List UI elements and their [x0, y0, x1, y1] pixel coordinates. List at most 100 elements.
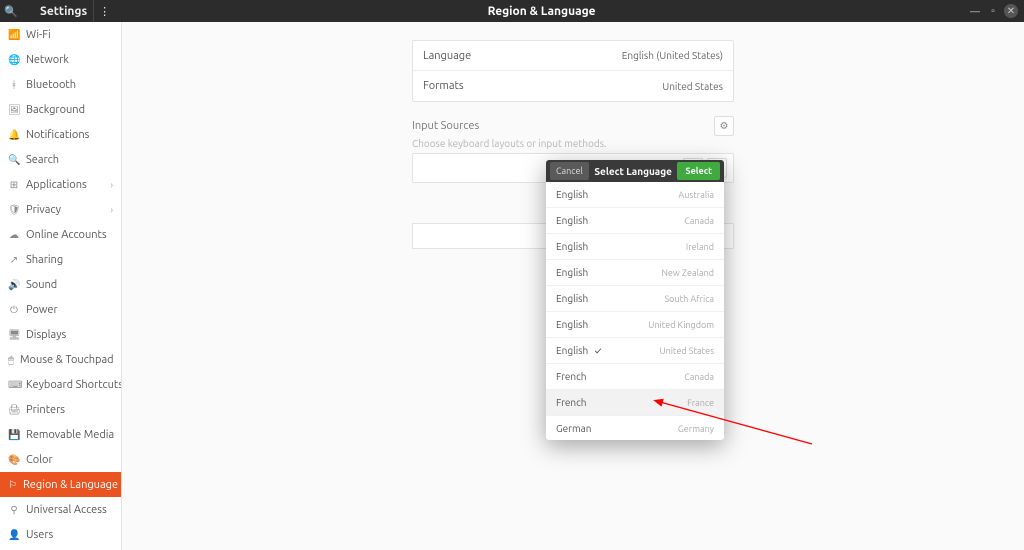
- country-name: Canada: [684, 216, 714, 226]
- sidebar-label: Bluetooth: [26, 79, 113, 91]
- maximize-button[interactable]: ▫: [986, 4, 1000, 18]
- sidebar-icon: 🖥: [8, 329, 20, 341]
- language-option-english-united-states[interactable]: English ✓United States: [546, 338, 724, 364]
- language-name: English: [556, 267, 661, 278]
- language-name: French: [556, 397, 687, 408]
- country-name: France: [687, 398, 714, 408]
- language-option-french-canada[interactable]: FrenchCanada: [546, 364, 724, 390]
- language-option-english-south-africa[interactable]: EnglishSouth Africa: [546, 286, 724, 312]
- input-sources-settings-button[interactable]: ⚙: [714, 116, 734, 136]
- sidebar-item-region-language[interactable]: ⚐Region & Language: [0, 472, 121, 497]
- sidebar-label: Applications: [26, 179, 104, 191]
- sidebar-label: Keyboard Shortcuts: [26, 379, 122, 391]
- check-icon: ✓: [594, 345, 601, 356]
- language-option-french-france[interactable]: FrenchFrance: [546, 390, 724, 416]
- sidebar-item-sharing[interactable]: ↗ Sharing: [0, 247, 121, 272]
- dialog-title: Select Language: [589, 166, 678, 177]
- search-icon: 🔍: [4, 5, 18, 18]
- gear-icon: ⚙: [720, 120, 729, 132]
- sidebar-item-online-accounts[interactable]: ☁Online Accounts: [0, 222, 121, 247]
- close-button[interactable]: ✕: [1004, 4, 1018, 18]
- sidebar-label: Online Accounts: [26, 229, 113, 241]
- window-controls: — ▫ ✕: [968, 4, 1024, 18]
- select-language-dialog: Cancel Select Language Select EnglishAus…: [546, 160, 724, 440]
- sidebar: 📶Wi-Fi🌐Network ᚼ Bluetooth 🖼Background 🔔 Noti…: [0, 22, 122, 550]
- cancel-button[interactable]: Cancel: [550, 162, 589, 180]
- minimize-button[interactable]: —: [968, 4, 982, 18]
- sidebar-icon: 🎨: [8, 454, 20, 466]
- language-name: English: [556, 215, 684, 226]
- sidebar-icon: ⌨: [8, 379, 20, 391]
- sidebar-icon: 🔍: [8, 154, 20, 166]
- sidebar-item-printers[interactable]: 🖨Printers: [0, 397, 121, 422]
- sidebar-item-users[interactable]: 👤 Users: [0, 522, 121, 547]
- app-title: Settings: [22, 5, 87, 18]
- sidebar-icon: 👤: [8, 529, 20, 541]
- language-option-english-united-kingdom[interactable]: EnglishUnited Kingdom: [546, 312, 724, 338]
- sidebar-item-displays[interactable]: 🖥 Displays: [0, 322, 121, 347]
- sidebar-item-keyboard-shortcuts[interactable]: ⌨ Keyboard Shortcuts: [0, 372, 121, 397]
- sidebar-label: Background: [26, 104, 113, 116]
- sidebar-item-notifications[interactable]: 🔔 Notifications: [0, 122, 121, 147]
- formats-row[interactable]: Formats United States: [413, 71, 733, 101]
- sidebar-label: Wi-Fi: [26, 29, 113, 41]
- language-option-english-canada[interactable]: EnglishCanada: [546, 208, 724, 234]
- language-option-english-ireland[interactable]: EnglishIreland: [546, 234, 724, 260]
- language-formats-panel: Language English (United States) Formats…: [412, 40, 734, 102]
- sidebar-label: Sharing: [26, 254, 113, 266]
- country-name: United Kingdom: [648, 320, 714, 330]
- sidebar-item-background[interactable]: 🖼Background: [0, 97, 121, 122]
- country-name: Germany: [678, 424, 714, 434]
- language-option-german-germany[interactable]: GermanGermany: [546, 416, 724, 440]
- sidebar-label: Users: [26, 529, 113, 541]
- language-name: English: [556, 319, 648, 330]
- sidebar-item-power[interactable]: ⏻Power: [0, 297, 121, 322]
- language-list[interactable]: EnglishAustraliaEnglishCanadaEnglishIrel…: [546, 182, 724, 440]
- sidebar-label: Notifications: [26, 129, 113, 141]
- sidebar-icon: 🔔: [8, 129, 20, 141]
- language-option-english-australia[interactable]: EnglishAustralia: [546, 182, 724, 208]
- sidebar-icon: ⚲: [8, 504, 20, 516]
- sidebar-label: Network: [26, 54, 113, 66]
- sidebar-icon: 💾: [8, 429, 20, 441]
- sidebar-icon: 🛡: [8, 204, 20, 216]
- input-sources-header: Input Sources ⚙: [412, 116, 734, 136]
- sidebar-icon: 🔊: [8, 279, 20, 291]
- sidebar-icon: ↗: [8, 254, 20, 266]
- hamburger-menu-button[interactable]: ⋮: [93, 0, 115, 22]
- sidebar-label: Power: [26, 304, 113, 316]
- sidebar-label: Color: [26, 454, 113, 466]
- sidebar-label: Displays: [26, 329, 113, 341]
- language-name: English: [556, 293, 664, 304]
- country-name: New Zealand: [661, 268, 714, 278]
- sidebar-item-search[interactable]: 🔍Search: [0, 147, 121, 172]
- language-option-english-new-zealand[interactable]: EnglishNew Zealand: [546, 260, 724, 286]
- language-label: Language: [423, 50, 622, 62]
- sidebar-icon: ᚼ: [8, 79, 20, 90]
- sidebar-icon: ⚐: [8, 479, 17, 491]
- sidebar-label: Printers: [26, 404, 113, 416]
- country-name: United States: [659, 346, 714, 356]
- sidebar-item-color[interactable]: 🎨 Color: [0, 447, 121, 472]
- sidebar-item-mouse-touchpad[interactable]: 🖱Mouse & Touchpad: [0, 347, 121, 372]
- sidebar-item-wi-fi[interactable]: 📶Wi-Fi: [0, 22, 121, 47]
- sidebar-item-sound[interactable]: 🔊Sound: [0, 272, 121, 297]
- language-name: English: [556, 189, 678, 200]
- chevron-right-icon: ›: [110, 205, 113, 215]
- language-row[interactable]: Language English (United States): [413, 41, 733, 71]
- sidebar-item-applications[interactable]: ⊞Applications›: [0, 172, 121, 197]
- search-button[interactable]: 🔍: [0, 0, 22, 22]
- content-area: Language English (United States) Formats…: [122, 22, 1024, 550]
- language-name: English ✓: [556, 345, 659, 356]
- formats-value: United States: [662, 81, 723, 92]
- sidebar-item-removable-media[interactable]: 💾Removable Media: [0, 422, 121, 447]
- select-button[interactable]: Select: [677, 162, 720, 180]
- country-name: Ireland: [686, 242, 714, 252]
- sidebar-item-bluetooth[interactable]: ᚼ Bluetooth: [0, 72, 121, 97]
- sidebar-item-universal-access[interactable]: ⚲Universal Access: [0, 497, 121, 522]
- sidebar-item-network[interactable]: 🌐Network: [0, 47, 121, 72]
- menu-icon: ⋮: [99, 5, 110, 18]
- sidebar-label: Mouse & Touchpad: [20, 354, 114, 366]
- sidebar-item-privacy[interactable]: 🛡Privacy›: [0, 197, 121, 222]
- formats-label: Formats: [423, 80, 662, 92]
